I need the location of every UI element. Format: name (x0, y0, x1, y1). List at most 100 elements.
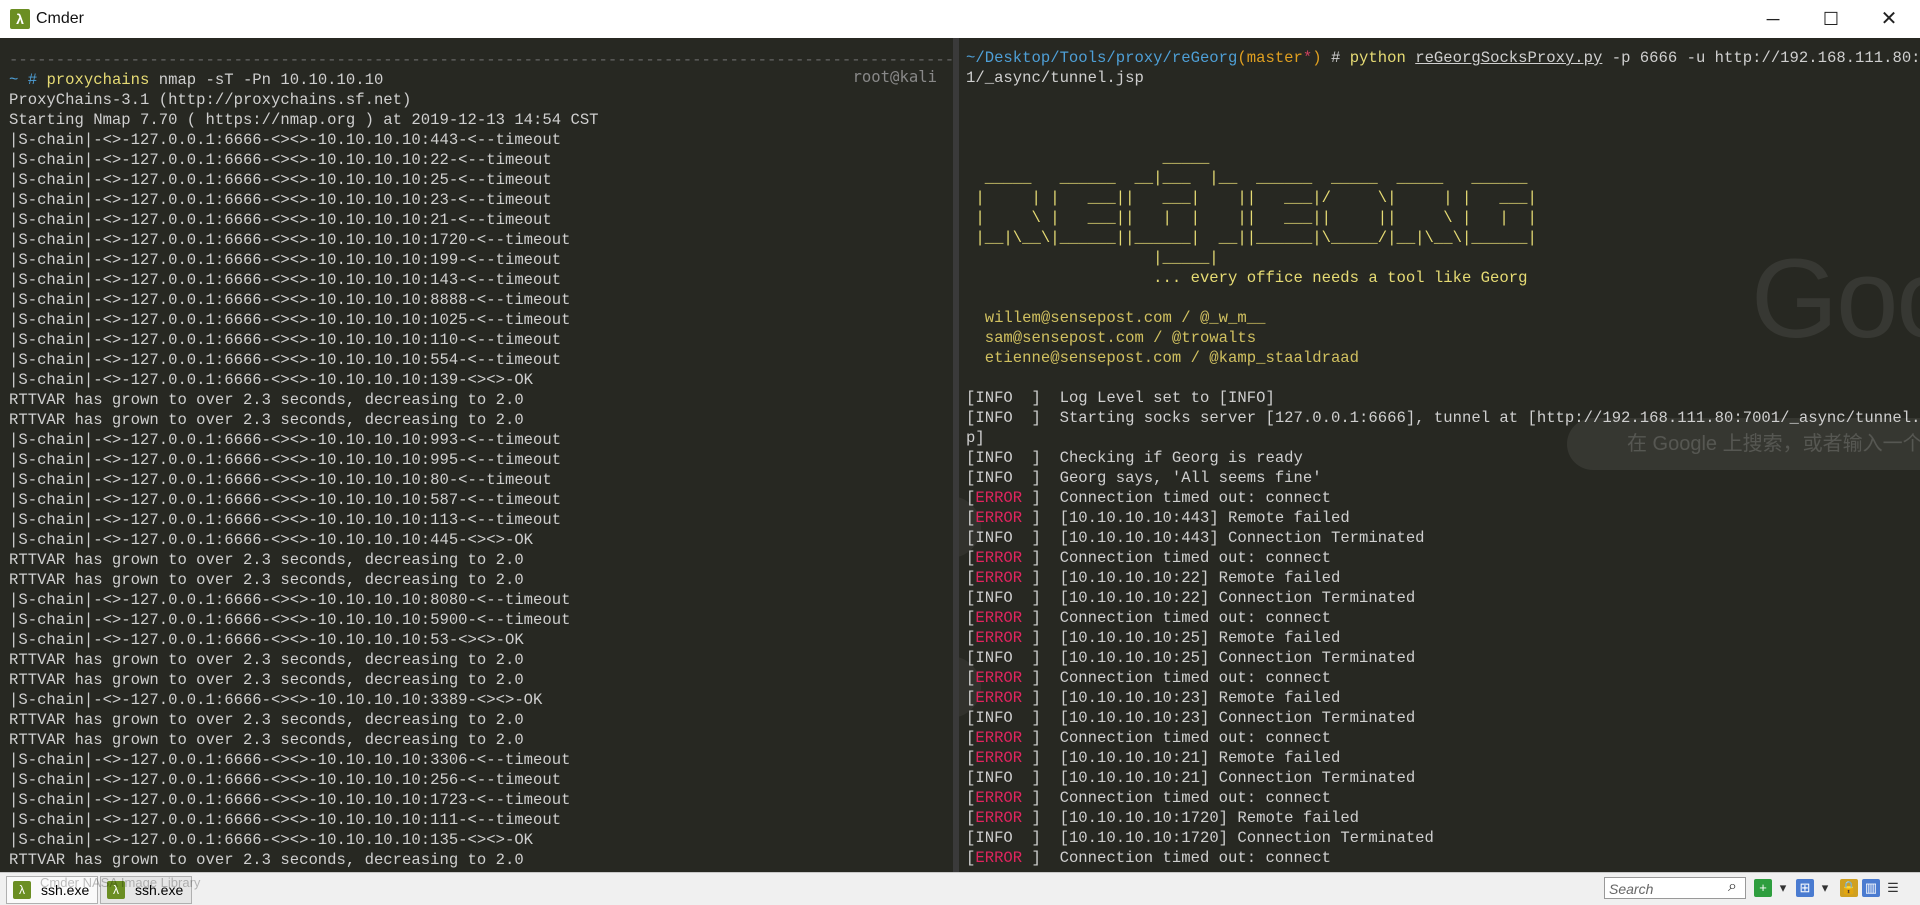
script-name: reGeorgSocksProxy.py (1415, 49, 1603, 67)
terminal-line: |S-chain|-<>-127.0.0.1:6666-<><>-10.10.1… (9, 231, 571, 249)
terminal-line: |S-chain|-<>-127.0.0.1:6666-<><>-10.10.1… (9, 151, 552, 169)
log-message: Checking if Georg is ready (1040, 449, 1303, 467)
credit-line: willem@sensepost.com / @_w_m__ (966, 309, 1266, 327)
log-line: [ERROR ] [10.10.10.10:22] Remote failed (966, 569, 1340, 587)
log-level: INFO (975, 829, 1013, 847)
log-level: ERROR (975, 789, 1023, 807)
lock-icon[interactable]: 🔒 (1840, 879, 1858, 897)
log-bracket: [ (966, 549, 976, 567)
close-button[interactable]: ✕ (1860, 0, 1918, 38)
log-message: [10.10.10.10:21] Connection Terminated (1040, 769, 1416, 787)
menu-icon[interactable]: ☰ (1884, 879, 1902, 897)
log-line: [ERROR ] [10.10.10.10:23] Remote failed (966, 689, 1340, 707)
log-bracket: [ (966, 409, 976, 427)
log-line: [INFO ] [10.10.10.10:22] Connection Term… (966, 589, 1415, 607)
log-level: INFO (975, 589, 1013, 607)
log-level: ERROR (975, 509, 1023, 527)
command-name: proxychains (46, 71, 150, 89)
credit-line: sam@sensepost.com / @trowalts (966, 329, 1257, 347)
log-message: Connection timed out: connect (1040, 729, 1331, 747)
ascii-art-line: _____ (966, 149, 1210, 167)
log-bracket: ] (1012, 389, 1041, 407)
log-level: ERROR (975, 729, 1023, 747)
new-console-icon[interactable]: + (1754, 879, 1772, 897)
log-bracket: [ (966, 629, 976, 647)
log-level: ERROR (975, 749, 1023, 767)
log-bracket: ] (1022, 489, 1041, 507)
log-message: Connection timed out: connect (1040, 789, 1331, 807)
log-level: ERROR (975, 669, 1023, 687)
status-bar: λ ssh.exe λ ssh.exe Cmder NASA Image Lib… (0, 872, 1920, 905)
log-message: [10.10.10.10:22] Remote failed (1040, 569, 1341, 587)
chevron-down-icon[interactable]: ▾ (1816, 879, 1834, 897)
log-bracket: ] (1022, 729, 1041, 747)
log-line: [ERROR ] Connection timed out: connect (966, 849, 1331, 867)
log-message: [10.10.10.10:25] Remote failed (1040, 629, 1341, 647)
terminal-line: |S-chain|-<>-127.0.0.1:6666-<><>-10.10.1… (9, 471, 552, 489)
terminal-line: RTTVAR has grown to over 2.3 seconds, de… (9, 651, 524, 669)
log-level: ERROR (975, 689, 1023, 707)
terminal-line: |S-chain|-<>-127.0.0.1:6666-<><>-10.10.1… (9, 451, 562, 469)
log-message: Connection timed out: connect (1040, 549, 1331, 567)
log-message: [10.10.10.10:22] Connection Terminated (1040, 589, 1416, 607)
terminal-line: |S-chain|-<>-127.0.0.1:6666-<><>-10.10.1… (9, 311, 571, 329)
ascii-art-line: |_____| (966, 249, 1219, 267)
log-level: INFO (975, 469, 1013, 487)
terminal-pane-left[interactable]: ----------------------------------------… (0, 38, 953, 872)
log-level: ERROR (975, 549, 1023, 567)
log-bracket: [ (966, 469, 976, 487)
log-line: [INFO ] Starting socks server [127.0.0.1… (966, 409, 1920, 427)
log-message: Connection timed out: connect (1040, 849, 1331, 867)
split-pane-icon[interactable]: ⊞ (1796, 879, 1814, 897)
git-dirty-marker: * (1302, 49, 1313, 67)
prompt-user-host: root@kali (852, 68, 938, 86)
panes-layout-icon[interactable]: ▥ (1862, 879, 1880, 897)
left-terminal-output: ----------------------------------------… (9, 50, 953, 870)
terminal-line: |S-chain|-<>-127.0.0.1:6666-<><>-10.10.1… (9, 751, 571, 769)
minimize-button[interactable]: ─ (1744, 0, 1802, 38)
prompt-tilde: ~ (9, 71, 19, 89)
log-message: Georg says, 'All seems fine' (1040, 469, 1322, 487)
log-level: INFO (975, 709, 1013, 727)
log-bracket: [ (966, 809, 976, 827)
git-branch: master (1246, 49, 1303, 67)
terminal-line: RTTVAR has grown to over 2.3 seconds, de… (9, 571, 524, 589)
regeorg-log: [INFO ] Log Level set to [INFO] [INFO ] … (966, 389, 1920, 867)
terminal-pane-right[interactable]: Google 在 Google 上搜索，或者输入一个 ~/Desktop/Too… (959, 38, 1920, 872)
log-bracket: [ (966, 709, 976, 727)
search-icon[interactable]: ⌕ (1728, 878, 1737, 896)
terminal-line: |S-chain|-<>-127.0.0.1:6666-<><>-10.10.1… (9, 431, 562, 449)
terminal-line: |S-chain|-<>-127.0.0.1:6666-<><>-10.10.1… (9, 191, 552, 209)
terminal-line: |S-chain|-<>-127.0.0.1:6666-<><>-10.10.1… (9, 491, 562, 509)
log-line: [ERROR ] [10.10.10.10:21] Remote failed (966, 749, 1340, 767)
log-bracket: [ (966, 509, 976, 527)
maximize-button[interactable]: ☐ (1802, 0, 1860, 38)
log-bracket: ] (1022, 689, 1041, 707)
log-message: Connection timed out: connect (1040, 669, 1331, 687)
log-line: [ERROR ] Connection timed out: connect (966, 729, 1331, 747)
search-input[interactable]: Search (1604, 877, 1746, 899)
log-line: [ERROR ] Connection timed out: connect (966, 609, 1331, 627)
terminal-line: |S-chain|-<>-127.0.0.1:6666-<><>-10.10.1… (9, 211, 552, 229)
log-message: [10.10.10.10:23] Connection Terminated (1040, 709, 1416, 727)
log-bracket: [ (966, 489, 976, 507)
log-bracket: [ (966, 849, 976, 867)
prompt-path: ~/Desktop/Tools/proxy/reGeorg (966, 49, 1238, 67)
window-title: Cmder (36, 10, 85, 27)
ascii-art-line: | | | ___|| ___| || ___|/ \| | | ___| (966, 189, 1537, 207)
log-message: [10.10.10.10:21] Remote failed (1040, 749, 1341, 767)
credit-line: etienne@sensepost.com / @kamp_staaldraad (966, 349, 1360, 367)
log-message: Connection timed out: connect (1040, 489, 1331, 507)
terminal-line: |S-chain|-<>-127.0.0.1:6666-<><>-10.10.1… (9, 271, 562, 289)
terminal-line: |S-chain|-<>-127.0.0.1:6666-<><>-10.10.1… (9, 171, 552, 189)
log-bracket: ] (1012, 769, 1041, 787)
log-bracket: [ (966, 729, 976, 747)
log-line: [ERROR ] Connection timed out: connect (966, 549, 1331, 567)
git-branch-open: ( (1237, 49, 1247, 67)
chevron-down-icon[interactable]: ▾ (1774, 879, 1792, 897)
log-bracket: [ (966, 829, 976, 847)
log-line: [ERROR ] [10.10.10.10:1720] Remote faile… (966, 809, 1359, 827)
terminal-line: |S-chain|-<>-127.0.0.1:6666-<><>-10.10.1… (9, 831, 534, 849)
cmder-lambda-icon: λ (10, 9, 30, 29)
log-message: [10.10.10.10:443] Remote failed (1040, 509, 1350, 527)
